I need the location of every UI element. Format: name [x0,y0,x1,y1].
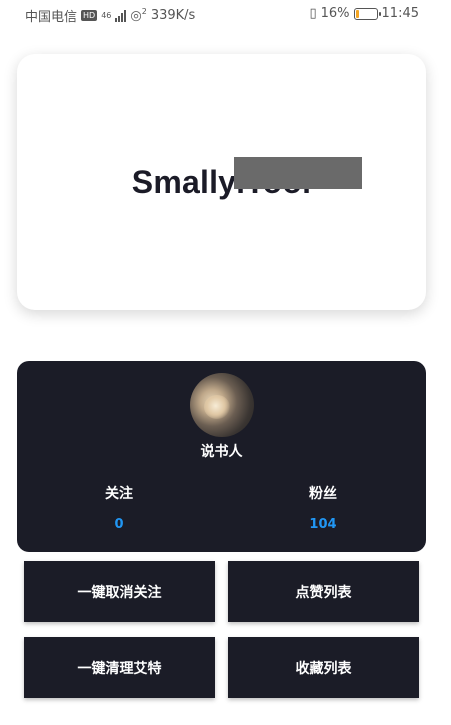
network-speed: 339K/s [150,8,196,23]
network-type: 46 [101,11,112,20]
username: 说书人 [200,444,243,460]
hotspot-icon: ◎2 [130,7,147,24]
unfollow-all-button[interactable]: 一键取消关注 [24,561,215,622]
battery-fill [355,9,359,18]
status-bar: 中国电信 HD 46 ◎2 339K/s ▯ 16% 11:45 [0,0,451,30]
banner-redaction-block [234,157,362,189]
banner-card: SmallyiTool [17,54,426,310]
hd-icon: HD [81,10,98,21]
profile-card: 说书人 关注 0 粉丝 104 [17,361,426,552]
avatar[interactable] [190,373,254,437]
fans-label: 粉丝 [309,486,337,502]
fans-stat[interactable]: 粉丝 104 [263,483,383,532]
clock: 11:45 [381,6,419,21]
app-title: SmallyiTool [131,164,312,200]
following-label: 关注 [105,486,133,502]
like-list-button[interactable]: 点赞列表 [228,561,419,622]
battery-percent: 16% [320,6,350,21]
status-left: 中国电信 HD 46 ◎2 339K/s [25,6,195,25]
favorites-list-button[interactable]: 收藏列表 [228,637,419,698]
vibrate-icon: ▯ [309,6,317,21]
battery-icon [353,7,381,20]
clean-mentions-button[interactable]: 一键清理艾特 [24,637,215,698]
signal-icon [115,9,127,22]
hotspot-count: 2 [141,7,147,17]
following-count: 0 [114,517,124,532]
fans-count: 104 [309,517,337,532]
carrier-name: 中国电信 [25,10,78,25]
status-right: ▯ 16% 11:45 [309,6,419,21]
following-stat[interactable]: 关注 0 [59,483,179,532]
